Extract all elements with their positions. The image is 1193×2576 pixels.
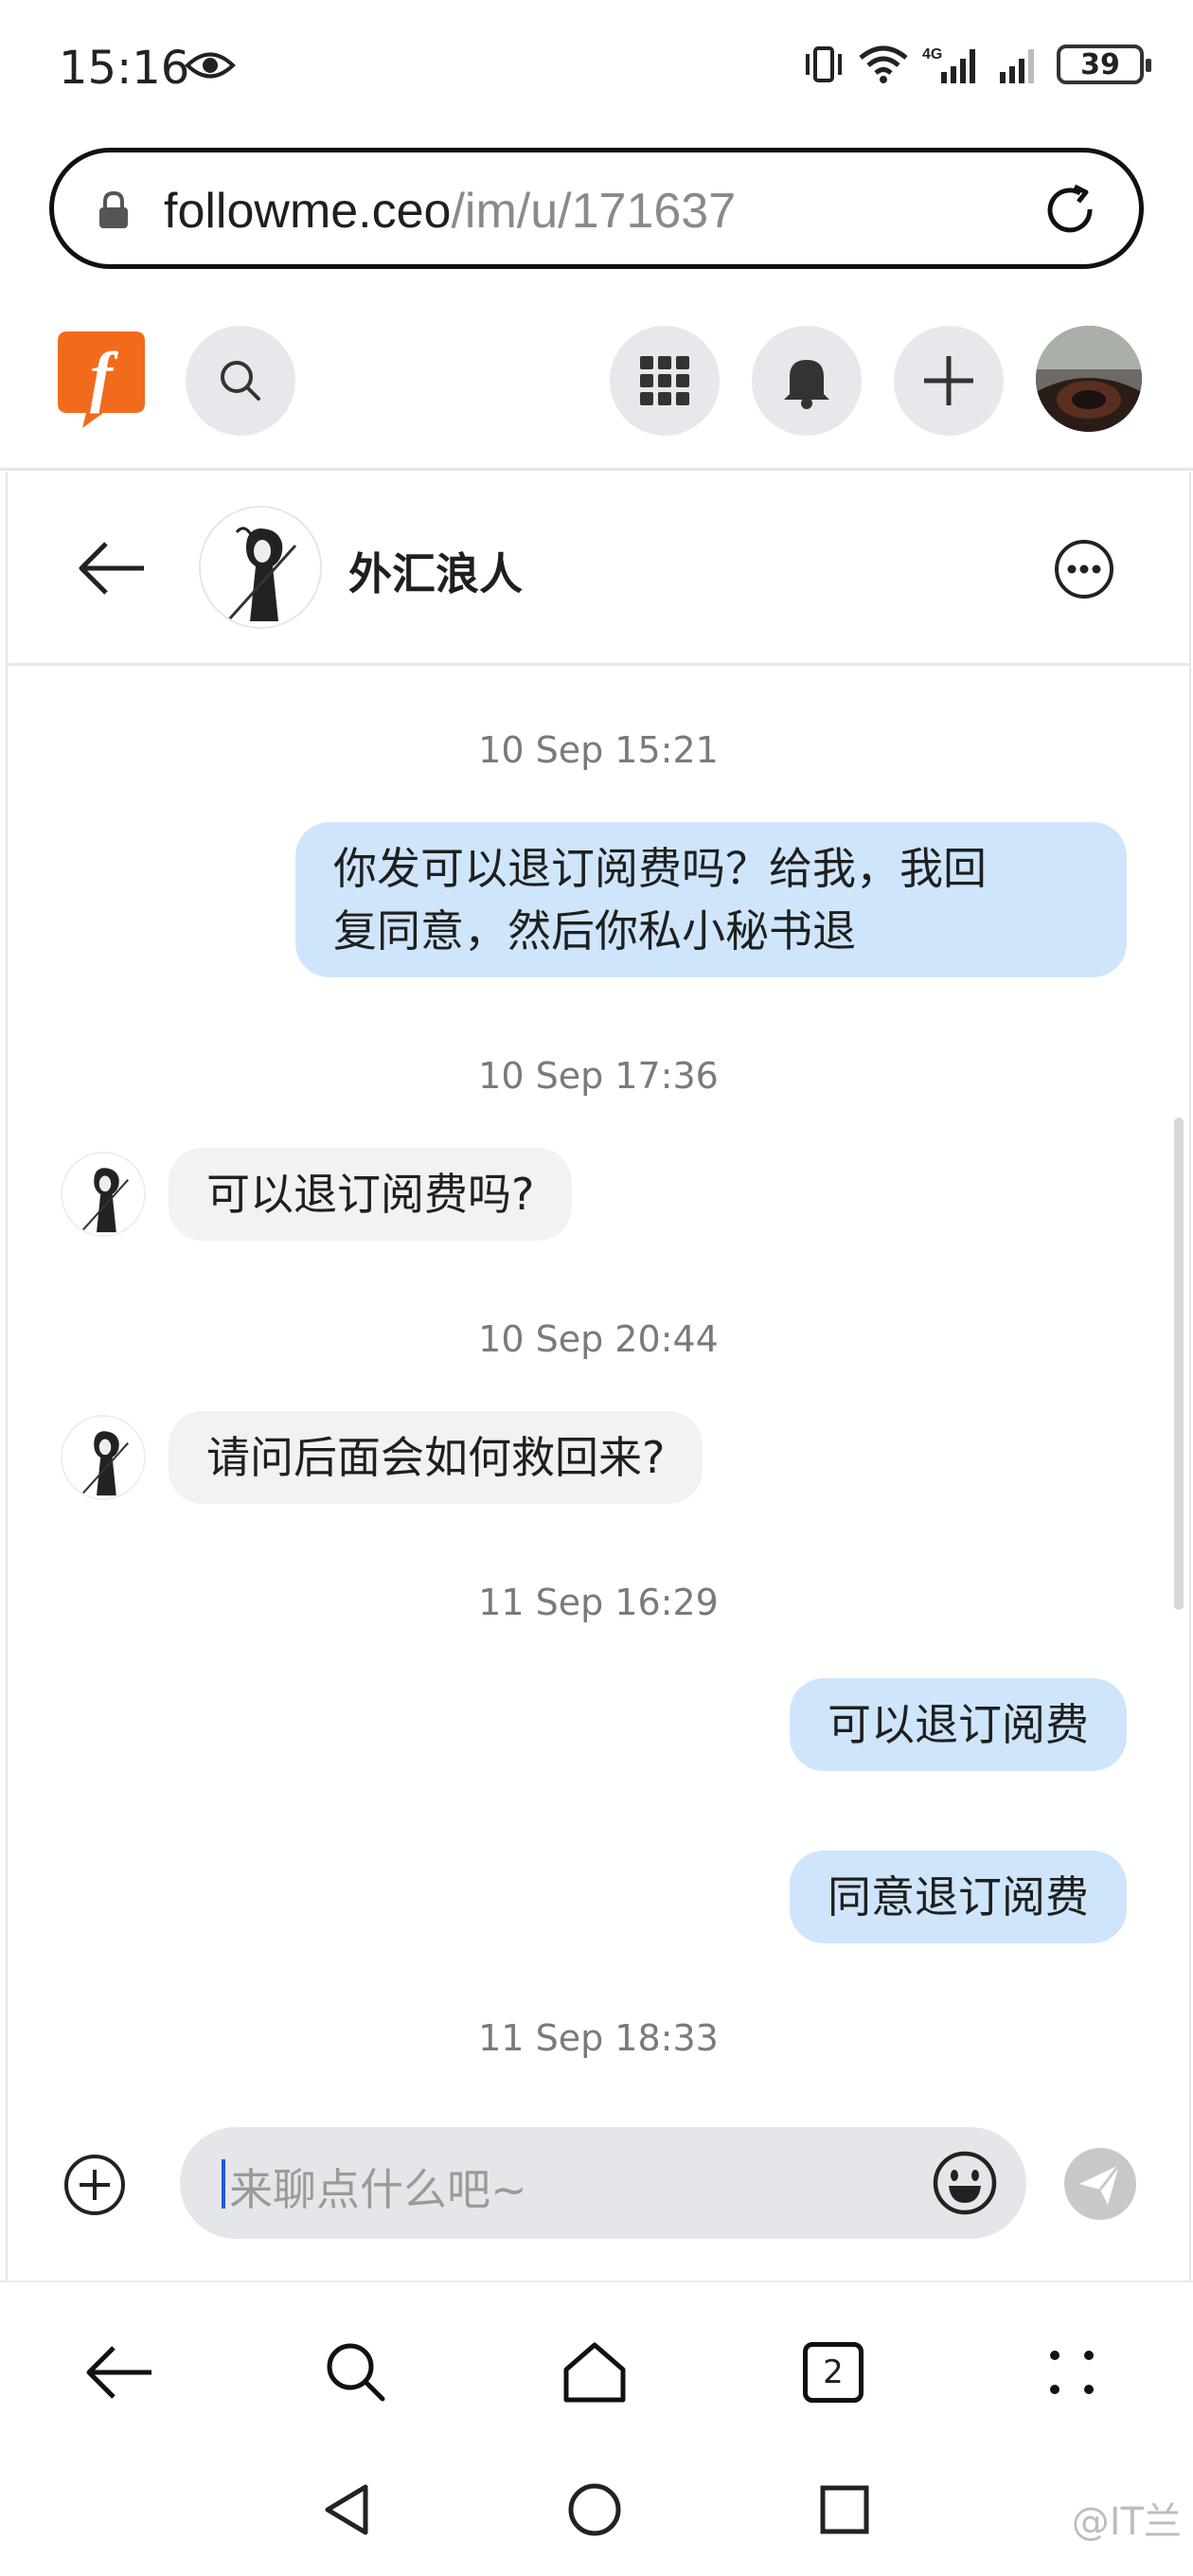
site-nav: f bbox=[0, 313, 1193, 470]
back-arrow-icon[interactable] bbox=[76, 540, 148, 597]
avatar-sketch bbox=[62, 1154, 144, 1235]
browser-back-button[interactable] bbox=[81, 2334, 157, 2410]
more-icon[interactable] bbox=[1053, 538, 1115, 600]
url-path: /im/u/171637 bbox=[451, 184, 737, 239]
plus-icon bbox=[924, 356, 973, 405]
emoji-icon[interactable] bbox=[932, 2150, 998, 2216]
recents-square-icon[interactable] bbox=[816, 2481, 873, 2538]
message-timestamp: 10 Sep 17:36 bbox=[478, 1055, 719, 1097]
status-time: 15:16 bbox=[59, 42, 190, 95]
avatar-photo bbox=[1036, 326, 1142, 432]
signal-icon-2 bbox=[1000, 49, 1034, 83]
message-line: 你发可以退订阅费吗？给我，我回 bbox=[333, 843, 987, 894]
nav-create-button[interactable] bbox=[894, 326, 1004, 436]
home-circle-icon[interactable] bbox=[566, 2481, 623, 2538]
sender-avatar[interactable] bbox=[61, 1415, 146, 1500]
send-icon[interactable] bbox=[1062, 2146, 1138, 2222]
back-triangle-icon[interactable] bbox=[318, 2481, 375, 2538]
browser-tabs-button[interactable]: 2 bbox=[795, 2334, 871, 2410]
wifi-icon bbox=[859, 45, 908, 83]
outgoing-message[interactable]: 同意退订阅费 bbox=[790, 1851, 1127, 1943]
user-avatar[interactable] bbox=[1036, 326, 1142, 432]
avatar-sketch bbox=[201, 508, 320, 627]
address-bar[interactable]: followme.ceo/im/u/171637 bbox=[49, 148, 1144, 269]
system-navigation: @IT兰 bbox=[0, 2453, 1193, 2576]
status-icons: 4G 39 bbox=[803, 44, 1151, 85]
message-timestamp: 10 Sep 15:21 bbox=[478, 729, 719, 771]
network-label: 4G bbox=[922, 46, 942, 63]
contact-name: 外汇浪人 bbox=[348, 548, 523, 599]
home-icon bbox=[563, 2342, 626, 2403]
message-composer: 来聊点什么吧~ bbox=[8, 2101, 1189, 2262]
incoming-message[interactable]: 请问后面会如何救回来? bbox=[169, 1411, 703, 1504]
apps-grid-icon bbox=[640, 356, 689, 405]
battery-icon: 39 bbox=[1057, 45, 1151, 84]
message-line: 复同意，然后你私小秘书退 bbox=[333, 905, 856, 957]
message-placeholder: 来聊点什么吧~ bbox=[229, 2164, 527, 2215]
chat-panel: 外汇浪人 10 Sep 15:21 你发可以退订阅费吗？给我，我回 复同意，然后… bbox=[6, 472, 1191, 2281]
incoming-message[interactable]: 可以退订阅费吗? bbox=[169, 1148, 573, 1241]
message-input[interactable]: 来聊点什么吧~ bbox=[180, 2127, 1026, 2239]
url-domain: followme.ceo bbox=[164, 184, 452, 239]
signal-icon: 4G bbox=[922, 46, 975, 83]
outgoing-message[interactable]: 可以退订阅费 bbox=[790, 1678, 1127, 1771]
watermark: @IT兰 bbox=[1071, 2500, 1182, 2544]
battery-level: 39 bbox=[1080, 47, 1120, 81]
message-timestamp: 11 Sep 16:29 bbox=[478, 1582, 719, 1623]
divider bbox=[0, 468, 1193, 471]
nav-notifications-button[interactable] bbox=[752, 326, 862, 436]
browser-search-button[interactable] bbox=[318, 2334, 394, 2410]
vibrate-icon bbox=[806, 46, 842, 82]
back-icon bbox=[86, 2346, 151, 2399]
sender-avatar[interactable] bbox=[61, 1152, 146, 1237]
nav-search-button[interactable] bbox=[186, 326, 295, 436]
tabs-icon: 2 bbox=[803, 2342, 864, 2403]
chat-header: 外汇浪人 bbox=[8, 472, 1189, 666]
menu-icon bbox=[1050, 2351, 1094, 2394]
chat-scrollbar[interactable] bbox=[1174, 1118, 1184, 1610]
text-caret bbox=[222, 2159, 225, 2209]
add-icon[interactable] bbox=[62, 2153, 127, 2217]
browser-menu-button[interactable] bbox=[1034, 2334, 1110, 2410]
message-timestamp: 10 Sep 20:44 bbox=[478, 1318, 719, 1360]
search-icon bbox=[327, 2343, 385, 2402]
nav-apps-button[interactable] bbox=[610, 326, 720, 436]
outgoing-message[interactable]: 你发可以退订阅费吗？给我，我回 复同意，然后你私小秘书退 bbox=[295, 822, 1127, 977]
url-text[interactable]: followme.ceo/im/u/171637 bbox=[164, 183, 736, 240]
reload-icon[interactable] bbox=[1041, 181, 1101, 242]
contact-avatar[interactable] bbox=[199, 506, 322, 629]
browser-home-button[interactable] bbox=[557, 2334, 632, 2410]
search-icon bbox=[221, 361, 260, 401]
bell-icon bbox=[784, 360, 829, 409]
followme-logo[interactable]: f bbox=[54, 328, 149, 432]
browser-toolbar: 2 bbox=[0, 2281, 1193, 2442]
lock-icon bbox=[99, 190, 128, 228]
message-timestamp: 11 Sep 18:33 bbox=[478, 2017, 719, 2059]
status-bar: 15:16 4G 39 bbox=[0, 0, 1193, 137]
avatar-sketch bbox=[62, 1417, 144, 1498]
eye-icon bbox=[185, 52, 236, 79]
